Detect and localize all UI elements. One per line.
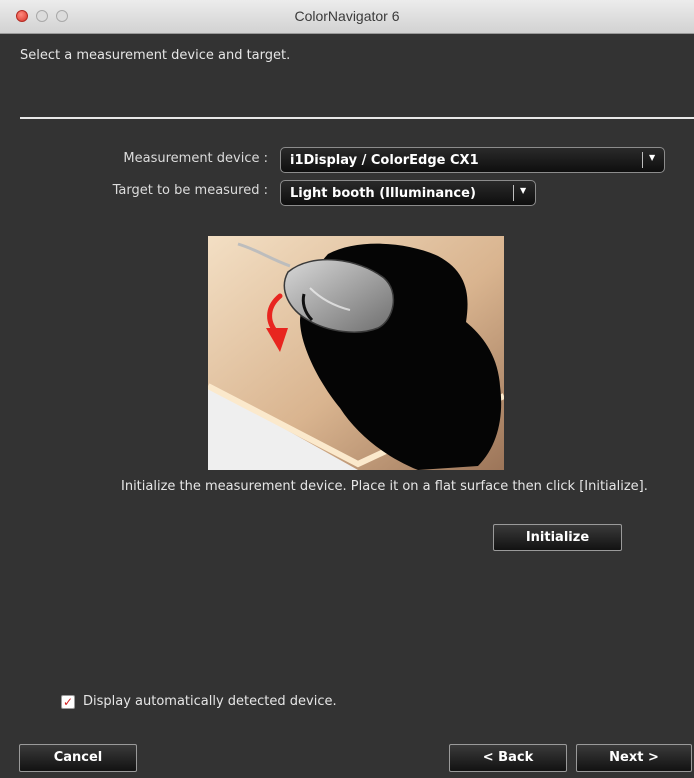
initialize-button[interactable]: Initialize bbox=[493, 524, 622, 551]
initialize-instruction-text: Initialize the measurement device. Place… bbox=[121, 479, 648, 494]
cancel-button[interactable]: Cancel bbox=[19, 744, 137, 772]
select-separator bbox=[513, 185, 514, 201]
checkmark-icon: ✓ bbox=[62, 695, 74, 709]
target-select[interactable]: Light booth (Illuminance) ▼ bbox=[280, 180, 536, 206]
title-bar: ColorNavigator 6 bbox=[0, 0, 694, 34]
header-divider bbox=[20, 117, 694, 119]
device-placement-illustration bbox=[208, 236, 504, 470]
dropdown-arrow-icon: ▼ bbox=[649, 153, 656, 162]
dropdown-arrow-icon: ▼ bbox=[520, 186, 527, 195]
measurement-device-value: i1Display / ColorEdge CX1 bbox=[290, 153, 479, 168]
target-label: Target to be measured : bbox=[112, 183, 268, 198]
auto-detect-label: Display automatically detected device. bbox=[83, 694, 337, 709]
window-title: ColorNavigator 6 bbox=[294, 8, 400, 24]
measurement-device-label: Measurement device : bbox=[123, 151, 268, 166]
back-button[interactable]: < Back bbox=[449, 744, 567, 772]
measurement-device-select[interactable]: i1Display / ColorEdge CX1 ▼ bbox=[280, 147, 665, 173]
next-button[interactable]: Next > bbox=[576, 744, 692, 772]
auto-detect-checkbox[interactable]: ✓ bbox=[61, 695, 75, 709]
target-value: Light booth (Illuminance) bbox=[290, 186, 476, 201]
page-instruction: Select a measurement device and target. bbox=[20, 48, 291, 63]
select-separator bbox=[642, 152, 643, 168]
